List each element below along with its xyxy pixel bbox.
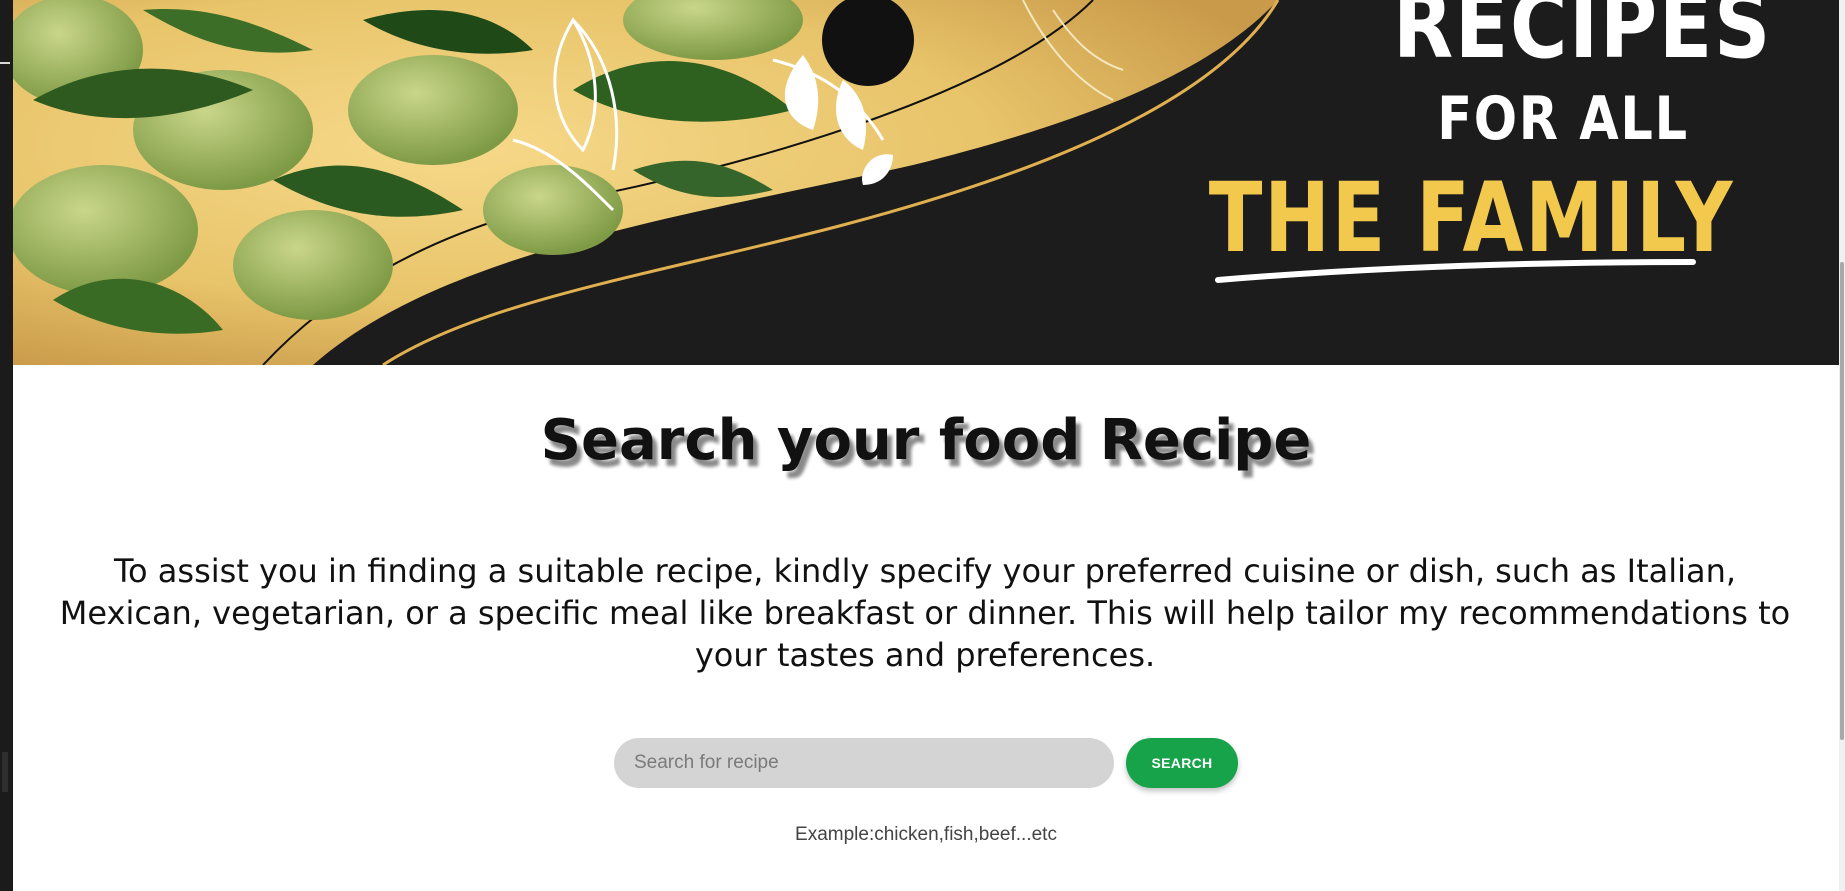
- edge-marker: [0, 62, 10, 64]
- banner-heading-for-all: FOR ALL: [1437, 84, 1689, 154]
- scrollbar-thumb[interactable]: [1840, 262, 1844, 740]
- search-input[interactable]: [614, 738, 1114, 788]
- page-description: To assist you in finding a suitable reci…: [59, 552, 1791, 674]
- page: RECIPES FOR ALL THE FAMILY Search your f…: [0, 0, 1845, 891]
- hero-banner: RECIPES FOR ALL THE FAMILY: [13, 0, 1839, 365]
- search-example-hint: Example:chicken,fish,beef...etc: [795, 824, 1057, 845]
- search-form: SEARCH: [614, 737, 1238, 789]
- search-button[interactable]: SEARCH: [1126, 738, 1238, 788]
- window-left-edge: [0, 0, 13, 891]
- page-scrollbar[interactable]: [1839, 0, 1845, 891]
- edge-handle: [2, 752, 8, 792]
- page-title: Search your food Recipe: [540, 408, 1312, 473]
- banner-heading-the-family: THE FAMILY: [1208, 162, 1735, 274]
- banner-heading-recipes: RECIPES: [1393, 0, 1773, 79]
